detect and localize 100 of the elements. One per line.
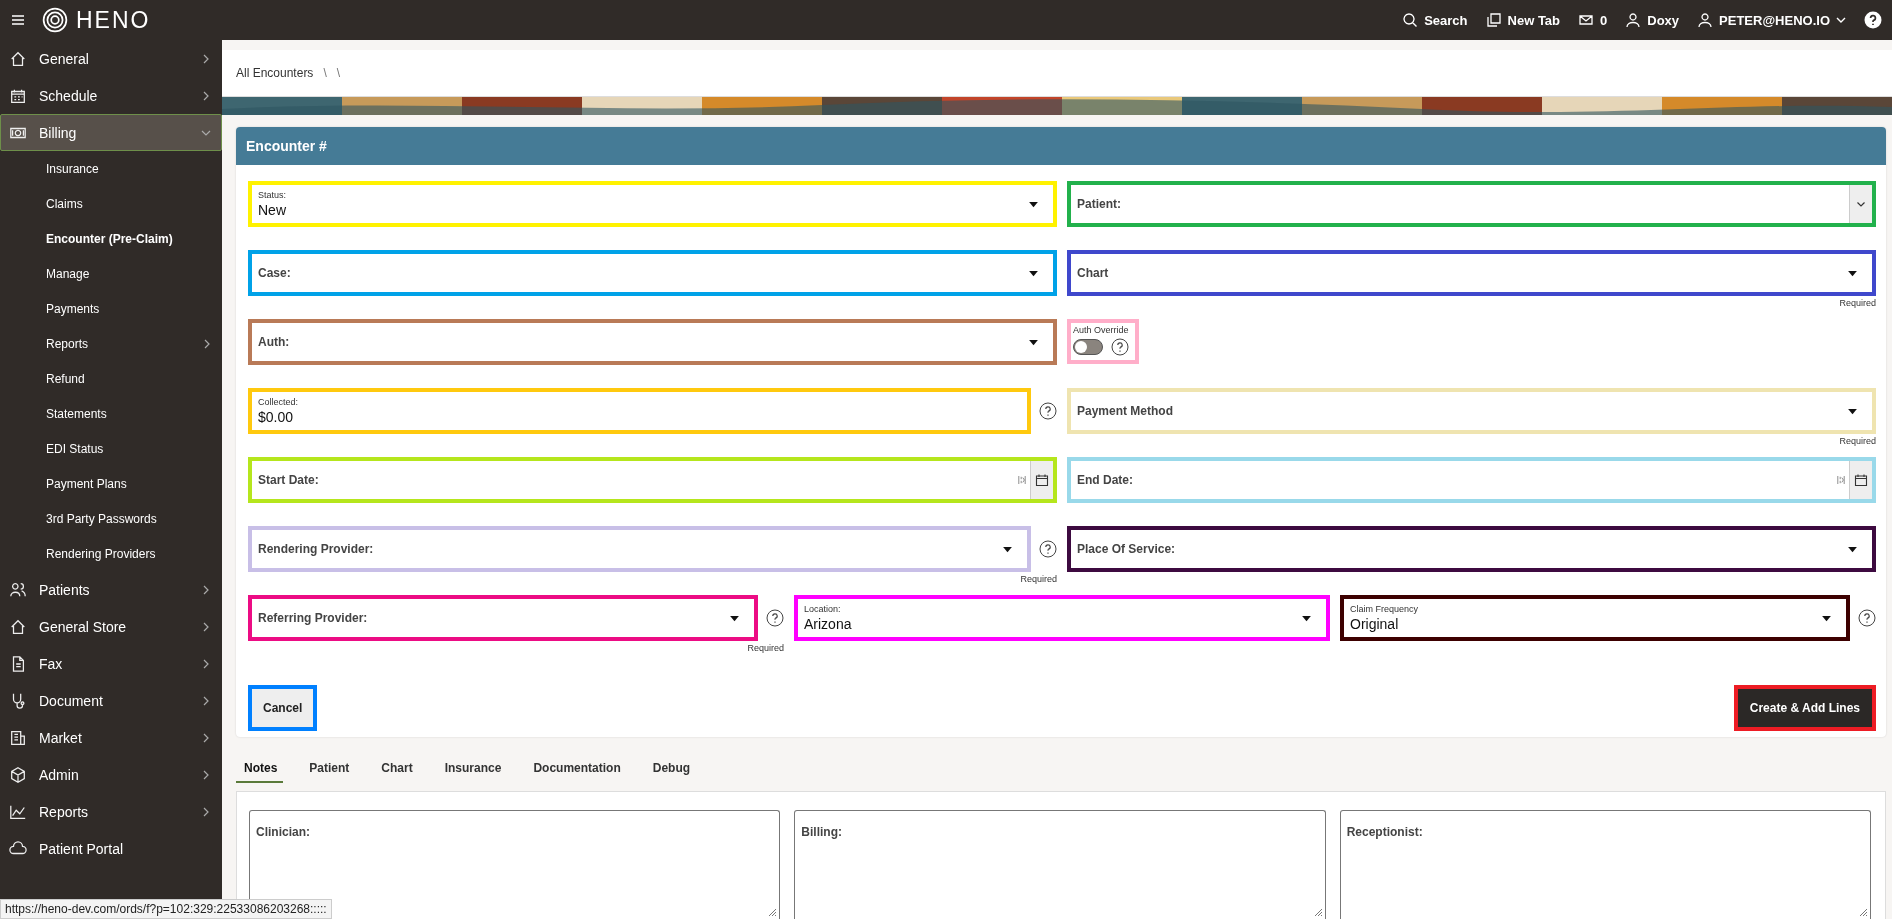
caret-icon — [1847, 545, 1858, 553]
select-field[interactable]: Patient: — [1067, 181, 1876, 227]
sidebar-subitem[interactable]: Rendering Providers — [0, 536, 222, 571]
sidebar-subitem[interactable]: Insurance — [0, 151, 222, 186]
chevron-down-icon — [1856, 199, 1866, 209]
sidebar-subitem[interactable]: Payment Plans — [0, 466, 222, 501]
date-field[interactable]: End Date: — [1067, 457, 1876, 503]
notes-textarea[interactable]: Billing: — [794, 810, 1326, 919]
select-field[interactable]: Payment Method — [1067, 388, 1876, 434]
chevron-right-icon — [201, 732, 211, 743]
notes-textarea[interactable]: Receptionist: — [1339, 810, 1871, 919]
tab[interactable]: Insurance — [436, 757, 508, 783]
caret-icon — [1847, 407, 1858, 415]
breadcrumb-separator: \ — [323, 66, 327, 80]
input-field[interactable]: Collected: $0.00 — [248, 388, 1031, 434]
caret-icon — [1301, 614, 1312, 622]
sidebar-subitem[interactable]: Encounter (Pre-Claim) — [0, 221, 222, 256]
select-field[interactable]: Location: Arizona — [794, 595, 1330, 641]
sidebar-subitem[interactable]: Manage — [0, 256, 222, 291]
mail-icon — [1578, 12, 1595, 28]
search-icon — [1402, 12, 1419, 28]
tab[interactable]: Chart — [373, 757, 419, 783]
tab[interactable]: Patient — [301, 757, 356, 783]
building-icon — [9, 728, 27, 747]
cube-icon — [9, 765, 27, 784]
sidebar-subitem[interactable]: Reports — [0, 326, 222, 361]
brand-name: HENO — [76, 6, 151, 34]
sidebar-item[interactable]: Schedule — [0, 77, 222, 114]
menu-icon[interactable] — [10, 12, 26, 28]
toggle-switch[interactable] — [1073, 339, 1103, 355]
toolbar-link[interactable]: Doxy — [1625, 12, 1680, 28]
select-field[interactable]: Rendering Provider: — [248, 526, 1031, 572]
sidebar-item[interactable]: General Store — [0, 608, 222, 645]
home-icon — [9, 617, 27, 636]
chevron-right-icon — [201, 584, 211, 595]
help-icon[interactable] — [1039, 540, 1057, 558]
toolbar-link[interactable]: New Tab — [1485, 12, 1561, 28]
chevron-right-icon — [201, 53, 211, 64]
help-icon[interactable] — [1858, 609, 1876, 627]
tab[interactable]: Notes — [236, 757, 284, 783]
home-icon — [9, 49, 27, 68]
cancel-button[interactable]: Cancel — [248, 685, 318, 731]
sidebar-subitem[interactable]: Payments — [0, 291, 222, 326]
sidebar-item[interactable]: Billing — [0, 114, 222, 151]
select-field[interactable]: Place Of Service: — [1067, 526, 1876, 572]
new-tab-icon — [1485, 12, 1502, 28]
logo-icon — [42, 7, 68, 33]
caret-icon — [1028, 200, 1039, 208]
chevron-right-icon — [201, 658, 211, 669]
select-field[interactable]: Chart — [1067, 250, 1876, 296]
required-note: Required — [1020, 573, 1057, 586]
chevron-right-icon — [201, 621, 211, 632]
sidebar-subitem[interactable]: Claims — [0, 186, 222, 221]
resize-grip-icon[interactable] — [767, 907, 778, 917]
sidebar-subitem[interactable]: Statements — [0, 396, 222, 431]
card-header: Encounter # — [236, 127, 1886, 165]
sidebar-item[interactable]: Patients — [0, 571, 222, 608]
sidebar-item[interactable]: Patient Portal — [0, 830, 222, 867]
calendar-icon — [1035, 473, 1049, 487]
breadcrumb-separator: \ — [336, 66, 341, 80]
calendar-button[interactable] — [1030, 461, 1053, 499]
breadcrumb-link[interactable]: All Encounters — [236, 66, 314, 80]
people-icon — [9, 580, 27, 599]
sidebar-subitem[interactable]: EDI Status — [0, 431, 222, 466]
sidebar-item[interactable]: Reports — [0, 793, 222, 830]
date-field[interactable]: Start Date: — [248, 457, 1057, 503]
sidebar-subitem[interactable]: Refund — [0, 361, 222, 396]
help-icon[interactable] — [1039, 402, 1057, 420]
select-field[interactable]: Auth: — [248, 319, 1057, 365]
toggle-label: Auth Override — [1073, 325, 1129, 335]
resize-grip-icon[interactable] — [1312, 907, 1323, 917]
calendar-button[interactable] — [1849, 461, 1872, 499]
chevron-right-icon — [201, 695, 211, 706]
create-button[interactable]: Create & Add Lines — [1733, 685, 1876, 731]
select-field[interactable]: Case: — [248, 250, 1057, 296]
help-icon[interactable] — [1864, 11, 1882, 29]
tab[interactable]: Debug — [644, 757, 697, 783]
sidebar-item[interactable]: General — [0, 40, 222, 77]
caret-icon — [1002, 545, 1013, 553]
chevron-right-icon — [201, 806, 211, 817]
resize-grip-icon[interactable] — [1858, 907, 1868, 917]
help-icon[interactable] — [766, 609, 784, 627]
chevron-down-icon — [1836, 15, 1846, 25]
help-icon[interactable] — [1111, 338, 1129, 356]
sidebar-subitem[interactable]: 3rd Party Passwords — [0, 501, 222, 536]
sidebar-item[interactable]: Fax — [0, 645, 222, 682]
toolbar-link[interactable]: 0 — [1578, 12, 1608, 28]
caret-icon — [729, 614, 740, 622]
select-field[interactable]: Claim Frequency Original — [1340, 595, 1850, 641]
select-field[interactable]: Status: New — [248, 181, 1057, 227]
chevron-right-icon — [201, 90, 211, 101]
sidebar-item[interactable]: Admin — [0, 756, 222, 793]
toolbar-link[interactable]: Search — [1402, 12, 1468, 28]
sidebar-item[interactable]: Document — [0, 682, 222, 719]
sidebar-item[interactable]: Market — [0, 719, 222, 756]
chevron-right-icon — [201, 769, 211, 780]
toolbar-link[interactable]: PETER@HENO.IO — [1697, 12, 1846, 28]
tab[interactable]: Documentation — [525, 757, 627, 783]
select-field[interactable]: Referring Provider: — [248, 595, 758, 641]
user-icon — [1697, 12, 1714, 28]
